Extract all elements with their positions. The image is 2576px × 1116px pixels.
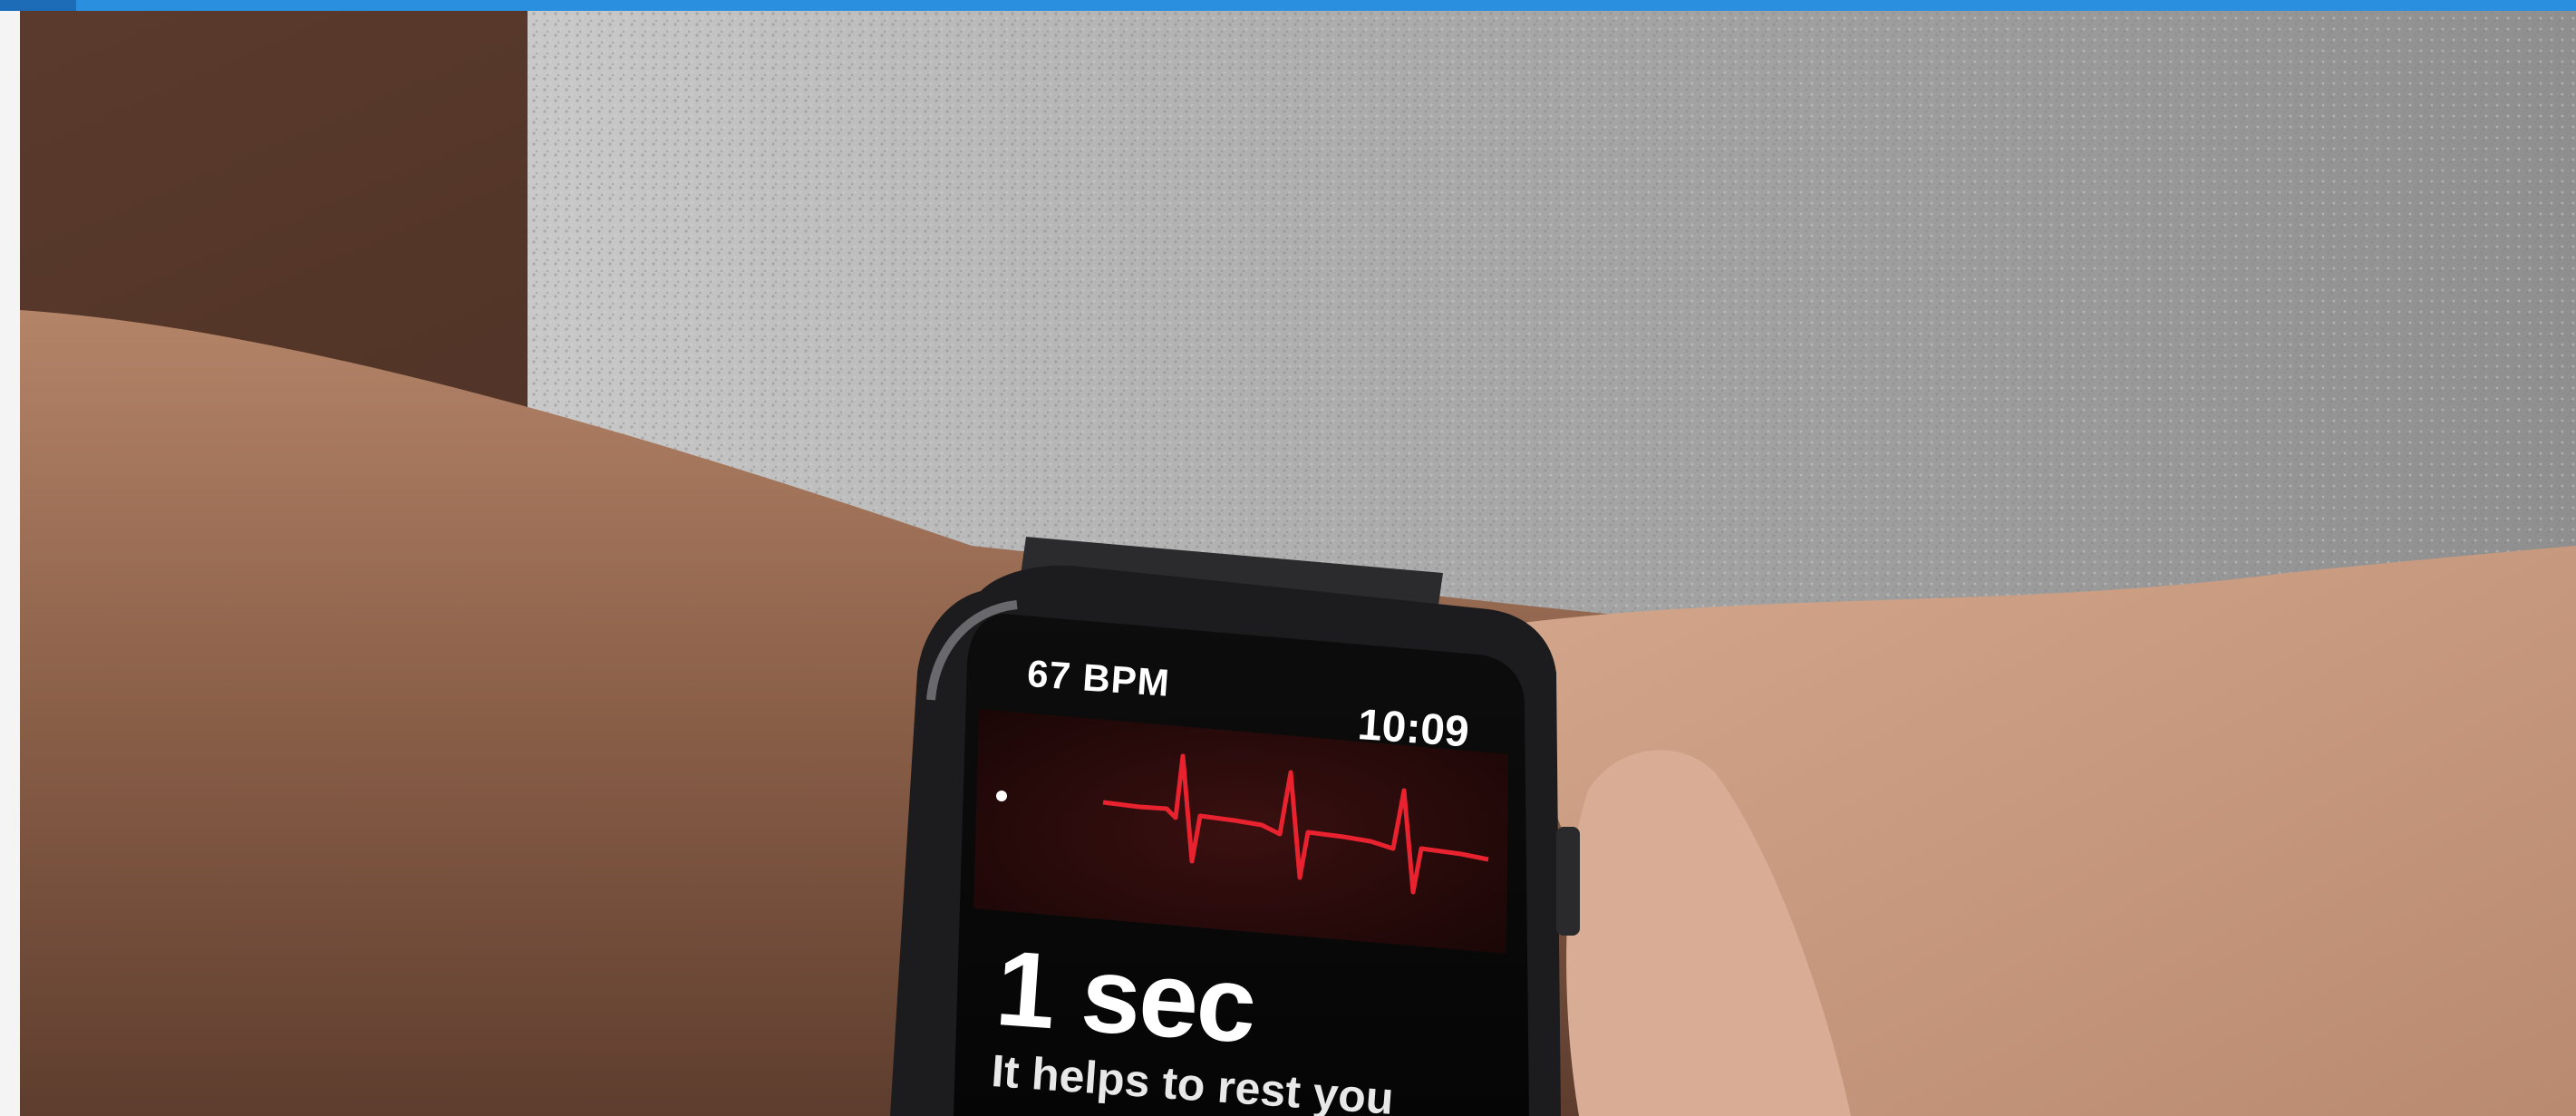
watch-photo: 67 BPM 10:09 1 sec It helps to rest you [20,11,2576,1116]
video-frame: 67 BPM 10:09 1 sec It helps to rest you [0,0,2576,1116]
left-border [0,11,20,1116]
top-progress-bar [0,0,2576,11]
photo-scene [20,11,2576,1116]
top-bar-segment [0,0,76,11]
clock-label: 10:09 [1356,700,1471,757]
